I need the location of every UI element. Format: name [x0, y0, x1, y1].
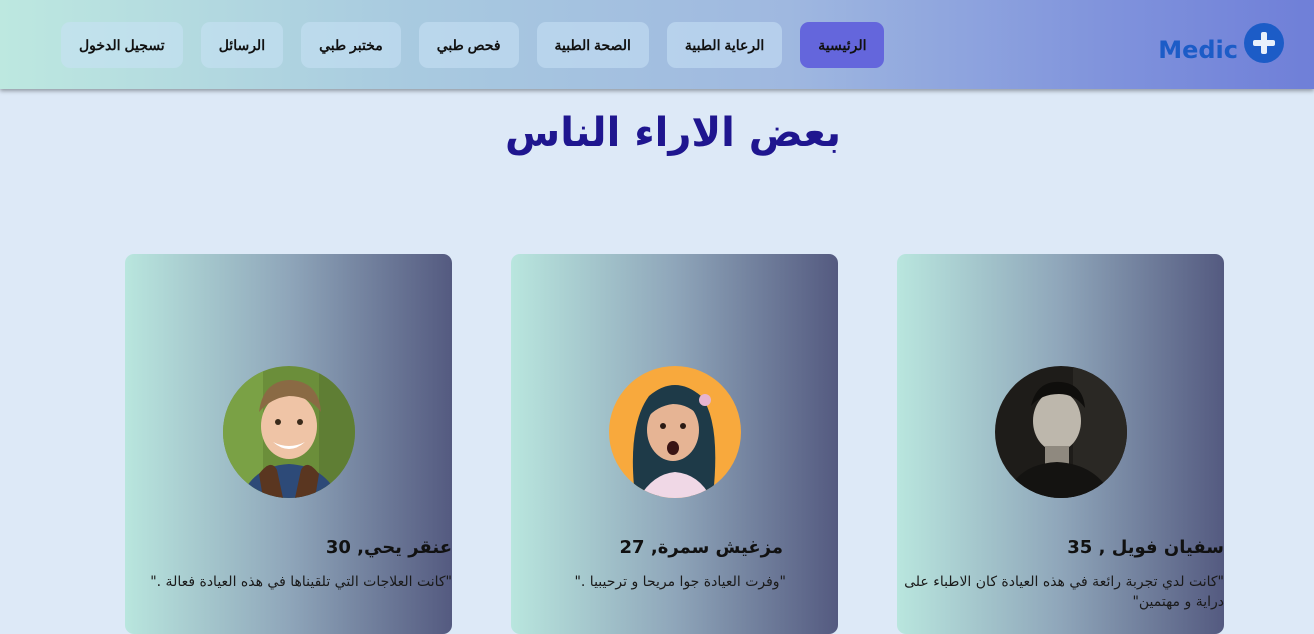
main-nav: تسجيل الدخول الرسائل مختبر طبي فحص طبي ا… — [61, 22, 885, 68]
testimonial-name: مزغيش سمرة, 27 — [619, 537, 783, 558]
nav-item-medical-health[interactable]: الصحة الطبية — [536, 22, 649, 68]
man-portrait-photo — [995, 366, 1127, 498]
testimonial-card: سفيان فويل , 35 "كانت لدي تجربة رائعة في… — [897, 254, 1224, 634]
testimonial-name: عنقر يحي, 30 — [325, 537, 452, 558]
testimonial-name: سفيان فويل , 35 — [1067, 537, 1224, 558]
nav-item-messages[interactable]: الرسائل — [200, 22, 284, 68]
testimonial-card: مزغيش سمرة, 27 "وفرت العيادة جوا مريحا و… — [511, 254, 838, 634]
nav-item-home[interactable]: الرئيسية — [800, 22, 885, 68]
testimonials-title: بعض الاراء الناس — [505, 110, 841, 156]
man-portrait-image — [995, 366, 1127, 498]
nav-item-medical-exam[interactable]: فحص طبي — [418, 22, 519, 68]
testimonial-quote: "كانت لدي تجربة رائعة في هذه العيادة كان… — [904, 574, 1224, 610]
nav-item-medical-care[interactable]: الرعاية الطبية — [666, 22, 783, 68]
testimonial-quote: "وفرت العيادة جوا مريحا و ترحيبيا ." — [574, 574, 786, 590]
top-navbar: تسجيل الدخول الرسائل مختبر طبي فحص طبي ا… — [0, 0, 1314, 89]
girl-portrait-image — [609, 366, 741, 498]
boy-portrait-photo — [223, 366, 355, 498]
nav-item-login[interactable]: تسجيل الدخول — [61, 22, 183, 68]
plus-circle-icon — [1244, 23, 1284, 63]
brand-name: Medic — [1158, 36, 1238, 64]
girl-portrait-photo — [609, 366, 741, 498]
nav-item-medical-lab[interactable]: مختبر طبي — [301, 22, 401, 68]
testimonial-card: عنقر يحي, 30 "كانت العلاجات التي تلقيناه… — [125, 254, 452, 634]
brand-logo[interactable]: Medic — [1158, 22, 1284, 64]
boy-portrait-image — [223, 366, 355, 498]
testimonial-quote: "كانت العلاجات التي تلقيناها في هذه العي… — [150, 574, 452, 590]
